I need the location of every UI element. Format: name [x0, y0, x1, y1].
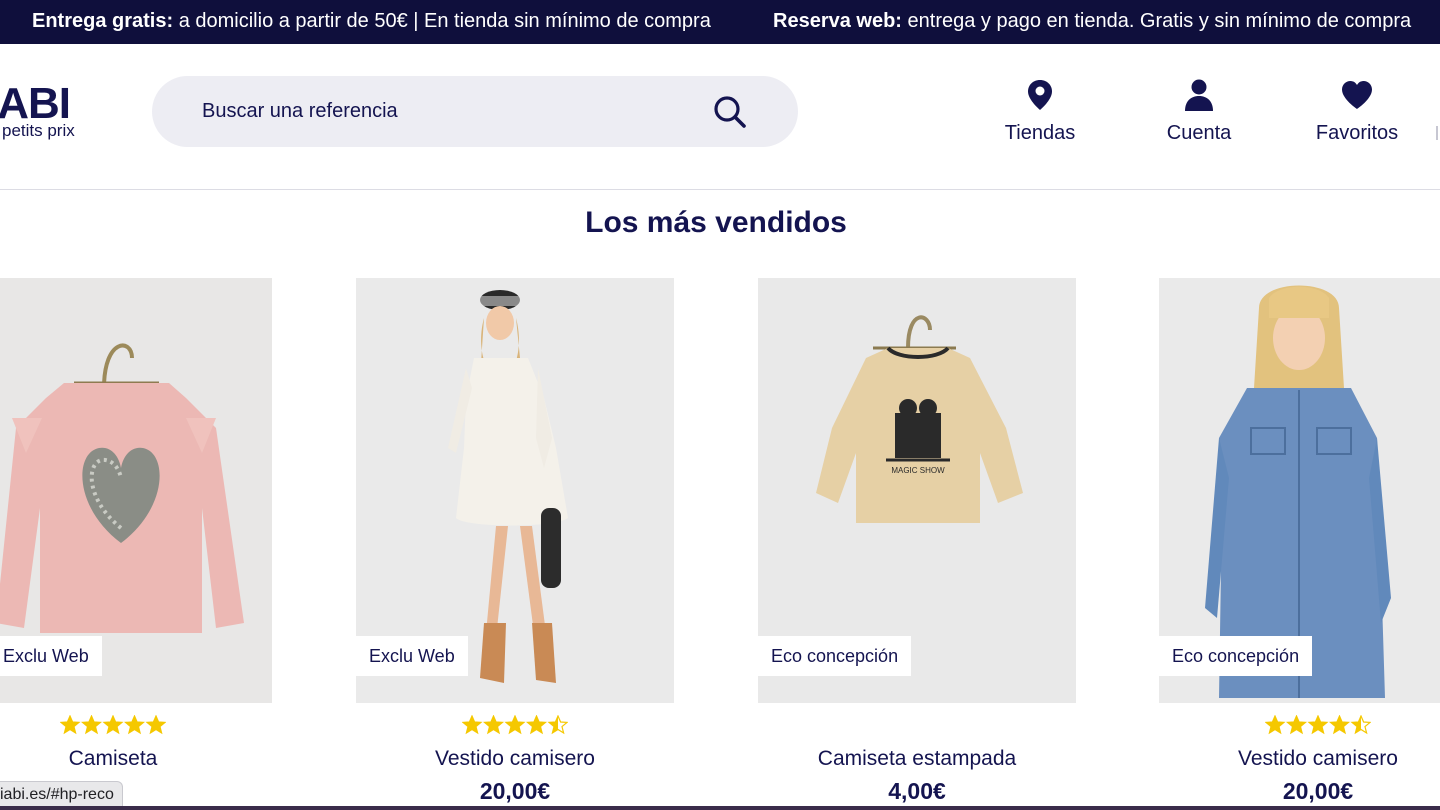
user-icon: [1182, 78, 1216, 112]
product-name[interactable]: Vestido camisero: [1159, 747, 1440, 771]
nav-account[interactable]: Cuenta: [1129, 78, 1269, 150]
promo-free-delivery-title: Entrega gratis:: [32, 10, 174, 32]
bottom-strip: [0, 806, 1440, 810]
product-price: 20,00€: [479, 778, 551, 804]
product-badge: Eco concepción: [758, 636, 912, 676]
search-icon[interactable]: [712, 94, 748, 130]
heart-icon: [1340, 78, 1374, 112]
product-price: 20,00€: [1282, 778, 1354, 804]
star-rating: [356, 715, 674, 739]
promo-free-delivery-text: a domicilio a partir de 50€ | En tienda …: [173, 10, 711, 32]
section-title: Los más vendidos: [585, 206, 847, 239]
star-icon: [525, 715, 548, 735]
star-icon: [1350, 715, 1371, 735]
nav-account-label: Cuenta: [1166, 122, 1232, 144]
status-url-tooltip: iabi.es/#hp-reco: [0, 781, 123, 808]
star-icon: [482, 715, 505, 735]
product-badge: Eco concepción: [1159, 636, 1313, 676]
product-name[interactable]: Camiseta estampada: [758, 747, 1076, 771]
stars-icon: [462, 715, 568, 735]
svg-text:MAGIC SHOW: MAGIC SHOW: [891, 466, 945, 475]
promo-free-delivery[interactable]: Entrega gratis: a domicilio a partir de …: [32, 10, 711, 33]
star-icon: [102, 715, 124, 735]
star-icon: [1307, 715, 1329, 735]
product-badge: Exclu Web: [0, 636, 102, 676]
product-card[interactable]: Exclu Web Vestido camisero 20,00€: [356, 278, 674, 810]
star-icon: [1328, 715, 1351, 735]
product-price: 4,00€: [888, 778, 946, 804]
star-icon: [1285, 715, 1308, 735]
product-card[interactable]: MAGIC SHOW Eco concepción Camiseta estam…: [758, 278, 1076, 810]
star-rating: [758, 715, 1076, 739]
product-card[interactable]: Exclu Web Camiseta: [0, 278, 272, 810]
star-icon: [1265, 715, 1286, 735]
location-pin-icon: [1023, 78, 1057, 112]
star-icon: [145, 715, 166, 735]
star-rating: [1159, 715, 1440, 739]
star-icon: [462, 715, 483, 735]
promo-web-reservation-title: Reserva web:: [773, 10, 902, 32]
stars-icon: [1265, 715, 1371, 735]
nav-stores[interactable]: Tiendas: [970, 78, 1110, 150]
nav-favorites-label: Favoritos: [1315, 122, 1399, 144]
nav-favorites[interactable]: Favoritos: [1287, 78, 1427, 150]
search-bar: [152, 76, 798, 147]
star-icon: [504, 715, 526, 735]
star-rating: [0, 715, 272, 739]
site-header: IABI petits prix Tiendas Cuenta: [0, 44, 1440, 190]
star-icon: [80, 715, 103, 735]
promo-web-reservation-text: entrega y pago en tienda. Gratis y sin m…: [901, 10, 1412, 32]
product-card[interactable]: Eco concepción Vestido camisero 20,00€: [1159, 278, 1440, 810]
stars-icon: [60, 715, 166, 735]
promo-web-reservation[interactable]: Reserva web: entrega y pago en tienda. G…: [773, 10, 1411, 33]
logo-tagline: petits prix: [2, 121, 75, 140]
product-badge: Exclu Web: [356, 636, 468, 676]
site-logo[interactable]: IABI petits prix: [0, 84, 90, 144]
logo-wordmark: IABI: [0, 84, 71, 128]
product-name[interactable]: Camiseta: [0, 747, 272, 771]
cart-edge[interactable]: [1436, 126, 1438, 140]
promo-banner: Entrega gratis: a domicilio a partir de …: [0, 0, 1440, 44]
star-icon: [123, 715, 146, 735]
search-input[interactable]: [202, 76, 702, 147]
product-name[interactable]: Vestido camisero: [356, 747, 674, 771]
star-icon: [547, 715, 568, 735]
nav-stores-label: Tiendas: [1004, 122, 1076, 144]
star-icon: [60, 715, 81, 735]
